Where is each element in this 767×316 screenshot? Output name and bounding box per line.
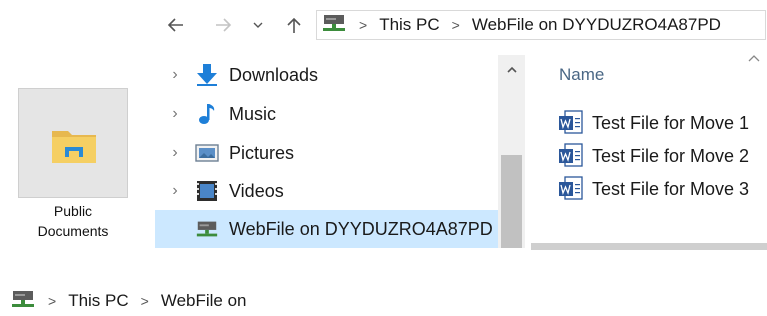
arrow-up-icon xyxy=(287,17,301,33)
recent-locations-button[interactable] xyxy=(247,10,269,40)
nav-item-label: Downloads xyxy=(229,64,319,85)
nav-item-videos[interactable]: › Videos xyxy=(155,172,498,210)
nav-item-pictures[interactable]: › Pictures xyxy=(155,134,498,172)
videos-icon xyxy=(195,179,219,203)
nav-item-label: Videos xyxy=(229,180,284,201)
file-name: Test File for Move 3 xyxy=(592,178,750,199)
public-documents-label-line1: Public xyxy=(53,203,93,219)
pictures-icon xyxy=(195,141,219,165)
breadcrumb-this-pc[interactable]: This PC xyxy=(379,15,439,35)
network-drive-icon xyxy=(195,217,219,241)
breadcrumb-webfile[interactable]: WebFile on DYYDUZRO4A87PD xyxy=(472,15,721,35)
file-name: Test File for Move 1 xyxy=(592,112,750,133)
forward-button[interactable] xyxy=(208,10,238,40)
sort-ascending-icon xyxy=(748,52,760,67)
chevron-right-icon[interactable]: › xyxy=(155,182,195,200)
chevron-right-icon[interactable]: › xyxy=(155,144,195,162)
file-row[interactable]: Test File for Move 1 xyxy=(558,108,749,138)
up-button[interactable] xyxy=(279,10,309,40)
download-icon xyxy=(195,63,219,87)
nav-item-label: Music xyxy=(229,103,277,124)
chevron-down-icon xyxy=(253,22,263,28)
nav-item-label: WebFile on DYYDUZRO4A87PD xyxy=(229,218,493,239)
nav-pane-scrollbar[interactable] xyxy=(498,55,525,248)
nav-item-label: Pictures xyxy=(229,142,295,163)
public-documents-shortcut[interactable] xyxy=(18,88,128,198)
breadcrumb-separator: > xyxy=(48,293,57,309)
scroll-up-button[interactable] xyxy=(498,55,525,85)
file-row[interactable]: Test File for Move 3 xyxy=(558,174,749,204)
folder-icon xyxy=(52,131,96,163)
chevron-up-icon xyxy=(506,66,517,73)
file-row[interactable]: Test File for Move 2 xyxy=(558,141,749,171)
back-button[interactable] xyxy=(161,10,191,40)
breadcrumb-separator: > xyxy=(359,17,368,33)
address-bar[interactable]: > This PC > WebFile on DYYDUZRO4A87PD xyxy=(316,10,766,40)
breadcrumb-separator: > xyxy=(140,293,149,309)
breadcrumb-this-pc[interactable]: This PC xyxy=(68,291,128,311)
nav-item-downloads[interactable]: › Downloads xyxy=(155,56,498,94)
network-drive-icon xyxy=(10,288,36,315)
name-column-header[interactable]: Name xyxy=(559,65,604,85)
music-icon xyxy=(195,102,219,126)
file-name: Test File for Move 2 xyxy=(592,145,750,166)
public-documents-label-line2: Documents xyxy=(37,223,109,239)
breadcrumb[interactable]: > This PC > WebFile on xyxy=(10,287,247,315)
word-doc-icon xyxy=(559,110,583,134)
scrollbar-thumb[interactable] xyxy=(501,155,522,248)
arrow-right-icon xyxy=(216,18,232,32)
content-horizontal-scrollbar[interactable] xyxy=(531,243,767,250)
public-documents-label: Public Documents xyxy=(12,201,134,241)
breadcrumb-webfile[interactable]: WebFile on xyxy=(161,291,247,311)
chevron-right-icon[interactable]: › xyxy=(155,66,195,84)
nav-item-webfile[interactable]: WebFile on DYYDUZRO4A87PD xyxy=(155,210,498,248)
word-doc-icon xyxy=(559,176,583,200)
chevron-right-icon[interactable]: › xyxy=(155,105,195,123)
nav-item-music[interactable]: › Music xyxy=(155,95,498,133)
arrow-left-icon xyxy=(167,18,183,32)
breadcrumb-separator: > xyxy=(451,17,460,33)
word-doc-icon xyxy=(559,143,583,167)
network-drive-icon xyxy=(321,12,347,39)
